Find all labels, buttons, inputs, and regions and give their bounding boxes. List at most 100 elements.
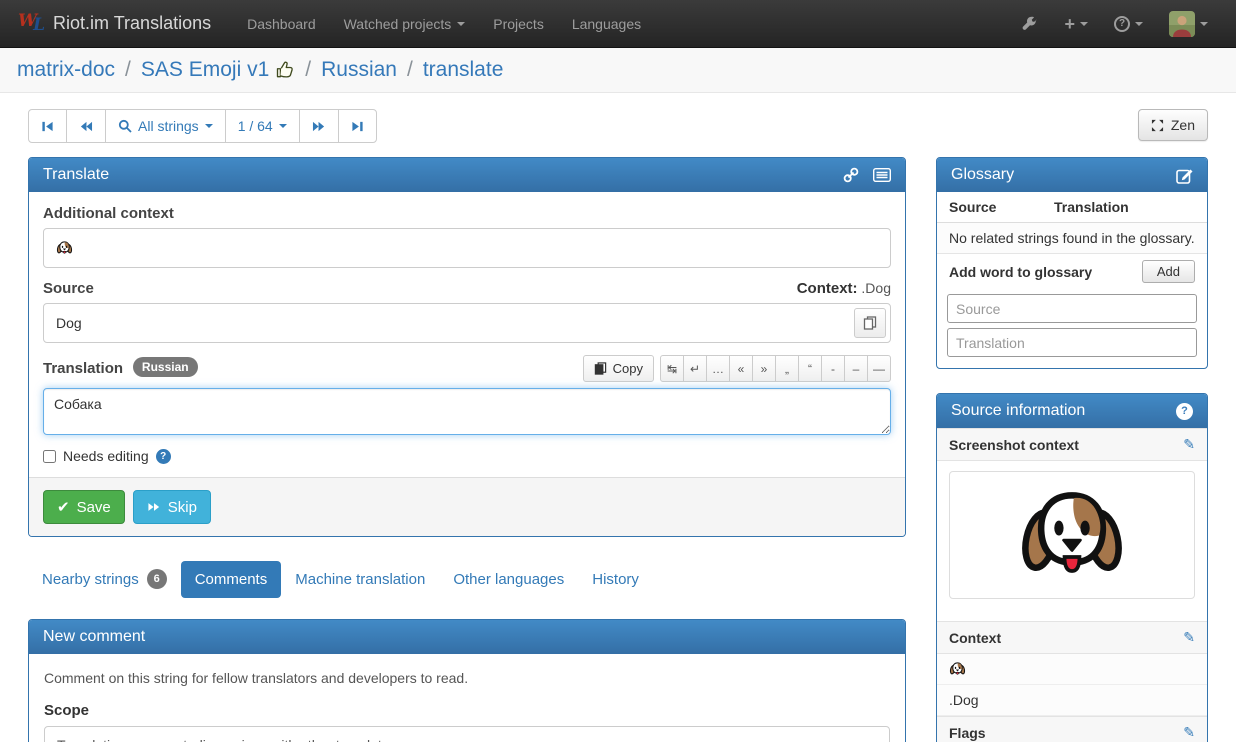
save-button[interactable]: ✔ Save: [43, 490, 125, 524]
filter-strings-button[interactable]: All strings: [105, 109, 226, 143]
help-icon[interactable]: ?: [1176, 403, 1193, 420]
permalink-icon[interactable]: [843, 167, 859, 183]
insert-high-quote-button[interactable]: “: [798, 355, 822, 382]
glossary-add-row: Add word to glossary Add: [937, 254, 1207, 289]
weblate-logo-icon: WL: [18, 13, 45, 34]
scope-select[interactable]: Translation comment, discussions with ot…: [44, 726, 890, 742]
new-comment-panel: New comment Comment on this string for f…: [28, 619, 906, 742]
glossary-source-input[interactable]: [947, 294, 1197, 323]
breadcrumb-page[interactable]: translate: [423, 58, 504, 82]
thumbs-up-icon: [275, 60, 295, 80]
tab-comments[interactable]: Comments: [181, 561, 282, 598]
dog-emoji-image: [1016, 484, 1128, 587]
context-info: Context: .Dog: [797, 280, 891, 297]
toolbar: All strings 1 / 64 Zen: [28, 109, 1208, 143]
insert-newline-button[interactable]: ↵: [683, 355, 707, 382]
tab-history[interactable]: History: [578, 561, 653, 598]
breadcrumb-separator: /: [125, 58, 131, 82]
chevron-down-icon: [457, 22, 465, 26]
needs-editing-checkbox[interactable]: [43, 450, 56, 463]
avatar: [1169, 11, 1195, 37]
edit-square-icon[interactable]: [1176, 167, 1193, 184]
breadcrumb-separator: /: [305, 58, 311, 82]
step-backward-icon: [41, 120, 54, 133]
insert-laquo-button[interactable]: «: [729, 355, 753, 382]
additional-context-label: Additional context: [43, 205, 891, 222]
glossary-translation-input[interactable]: [947, 328, 1197, 357]
chevron-down-icon: [1200, 22, 1208, 26]
chevron-down-icon: [1135, 22, 1143, 26]
chevron-down-icon: [869, 737, 880, 742]
edit-pencil-icon[interactable]: ✎: [1183, 724, 1195, 741]
nav-item-languages[interactable]: Languages: [558, 0, 655, 48]
insert-endash-button[interactable]: –: [844, 355, 868, 382]
needs-editing-help-icon[interactable]: ?: [156, 449, 171, 464]
tab-machine-translation[interactable]: Machine translation: [281, 561, 439, 598]
keyboard-shortcuts-icon[interactable]: [873, 168, 891, 182]
insert-hyphen-button[interactable]: -: [821, 355, 845, 382]
translate-panel-title: Translate: [43, 166, 109, 184]
step-forward-icon: [351, 120, 364, 133]
chevron-down-icon: [279, 124, 287, 128]
context-key-row: .Dog: [937, 685, 1207, 716]
special-characters-group: ↹ ↵ … « » „ “ - – —: [660, 355, 891, 382]
breadcrumb-language[interactable]: Russian: [321, 58, 397, 82]
position-button[interactable]: 1 / 64: [225, 109, 300, 143]
breadcrumb-project[interactable]: matrix-doc: [17, 58, 115, 82]
screenshot-context-section: [937, 461, 1207, 621]
edit-pencil-icon[interactable]: ✎: [1183, 629, 1195, 646]
insert-raquo-button[interactable]: »: [752, 355, 776, 382]
translation-input[interactable]: Собака: [43, 388, 891, 435]
source-information-header: Source information ?: [937, 394, 1207, 428]
breadcrumb: matrix-doc / SAS Emoji v1 / Russian / tr…: [0, 48, 1236, 93]
add-word-button[interactable]: Add: [1142, 260, 1195, 283]
context-heading: Context ✎: [937, 621, 1207, 654]
context-emoji-row: [937, 654, 1207, 685]
glossary-header: Glossary: [937, 158, 1207, 192]
string-navigation-group: All strings 1 / 64: [28, 109, 377, 143]
insert-low-quote-button[interactable]: „: [775, 355, 799, 382]
navbar-menu: Dashboard Watched projects Projects Lang…: [233, 0, 655, 47]
tab-nearby-strings[interactable]: Nearby strings 6: [28, 559, 181, 599]
last-string-button[interactable]: [338, 109, 377, 143]
help-menu-button[interactable]: ?: [1104, 8, 1153, 40]
insert-ellipsis-button[interactable]: …: [706, 355, 730, 382]
skip-forward-icon: [147, 501, 161, 513]
copy-source-button[interactable]: [854, 308, 886, 338]
glossary-title: Glossary: [951, 166, 1014, 184]
plus-icon: +: [1064, 18, 1075, 30]
scope-label: Scope: [44, 702, 890, 719]
help-icon: ?: [1114, 16, 1130, 32]
glossary-table-header: Source Translation: [937, 192, 1207, 223]
nav-item-watched-projects[interactable]: Watched projects: [330, 0, 480, 48]
zen-mode-button[interactable]: Zen: [1138, 109, 1208, 141]
new-comment-title: New comment: [43, 628, 145, 646]
insert-emdash-button[interactable]: —: [867, 355, 891, 382]
user-menu-button[interactable]: [1159, 3, 1218, 45]
tools-button[interactable]: [1012, 8, 1048, 40]
source-information-title: Source information: [951, 402, 1085, 420]
flags-heading: Flags ✎: [937, 716, 1207, 742]
first-string-button[interactable]: [28, 109, 67, 143]
add-menu-button[interactable]: +: [1054, 10, 1098, 38]
brand-link[interactable]: WL Riot.im Translations: [18, 13, 211, 34]
copy-button[interactable]: Copy: [583, 355, 654, 382]
edit-pencil-icon[interactable]: ✎: [1183, 436, 1195, 453]
navbar-right: + ?: [1012, 3, 1218, 45]
fast-backward-icon: [79, 120, 93, 133]
chevron-down-icon: [1080, 22, 1088, 26]
nav-item-dashboard[interactable]: Dashboard: [233, 0, 330, 48]
insert-tab-button[interactable]: ↹: [660, 355, 684, 382]
next-string-button[interactable]: [299, 109, 339, 143]
screenshot-image-box[interactable]: [949, 471, 1195, 599]
check-icon: ✔: [57, 498, 70, 516]
previous-string-button[interactable]: [66, 109, 106, 143]
translation-toolbar: Copy ↹ ↵ … « » „ “ - –: [583, 355, 891, 382]
nav-item-projects[interactable]: Projects: [479, 0, 558, 48]
fast-forward-icon: [312, 120, 326, 133]
tab-other-languages[interactable]: Other languages: [439, 561, 578, 598]
skip-button[interactable]: Skip: [133, 490, 211, 524]
source-string-box: Dog: [43, 303, 891, 343]
breadcrumb-component[interactable]: SAS Emoji v1: [141, 58, 295, 82]
expand-arrows-icon: [1151, 119, 1164, 132]
